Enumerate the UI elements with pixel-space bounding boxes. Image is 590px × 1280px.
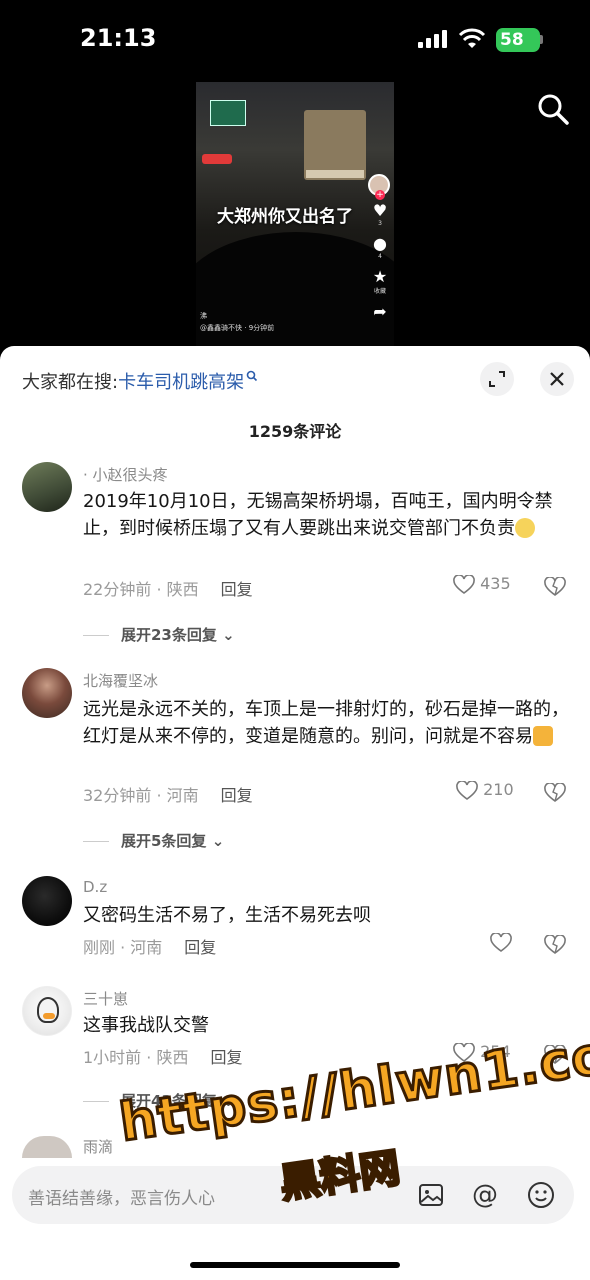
broken-heart-icon: [544, 781, 566, 802]
wifi-icon: [458, 28, 486, 48]
video-author[interactable]: @鑫鑫骑不快: [200, 324, 242, 332]
search-suggestion-prefix: 大家都在搜:: [22, 372, 119, 393]
car-taillights-image: [202, 154, 232, 164]
comment-text-body: 远光是永远不关的，车顶上是一排射灯的，砂石是掉一路的，红灯是从来不停的，变道是随…: [83, 699, 569, 747]
small-search-icon: [246, 370, 258, 382]
video-corner-label: 沸: [200, 312, 207, 320]
comment-time-location: 22分钟前 · 陕西: [83, 580, 199, 599]
fullscreen-expand-button[interactable]: [480, 362, 514, 396]
share-arrow-icon[interactable]: ➦: [368, 303, 392, 321]
comment-count-title: 1259条评论: [248, 422, 342, 441]
user-avatar[interactable]: [22, 986, 72, 1036]
comment-meta: 32分钟前 · 河南 回复: [83, 782, 253, 806]
comment-bubble-icon[interactable]: ●: [368, 235, 392, 253]
heart-outline-icon: [456, 779, 478, 800]
duck-cartoon-image: [37, 997, 59, 1023]
like-button[interactable]: [490, 931, 512, 953]
cellular-signal-icon: [418, 30, 450, 48]
user-avatar[interactable]: [22, 462, 72, 512]
video-save-label: 收藏: [373, 288, 386, 295]
comment-input-placeholder[interactable]: 善语结善缘，恶言伤人心: [28, 1184, 215, 1209]
user-avatar[interactable]: [22, 876, 72, 926]
broken-heart-icon: [544, 575, 566, 596]
like-button[interactable]: 210: [456, 779, 514, 801]
comment-time-location: 刚刚 · 河南: [83, 938, 163, 957]
heart-outline-icon: [490, 931, 512, 952]
video-action-rail: ♥ 3 ● 4 ★ 收藏 ➦: [368, 174, 392, 321]
expand-replies-label: 展开23条回复: [121, 626, 217, 644]
comment-meta: 刚刚 · 河南 回复: [83, 934, 216, 958]
close-icon: [550, 372, 564, 386]
comment-text: 远光是永远不关的，车顶上是一排射灯的，砂石是掉一路的，红灯是从来不停的，变道是随…: [83, 696, 573, 750]
road-sign-image: [210, 100, 246, 126]
comment-text: 2019年10月10日，无锡高架桥坍塌，百吨王，国内明令禁止，到时候桥压塌了又有…: [83, 488, 573, 542]
dislike-button[interactable]: [544, 781, 566, 803]
video-like-count: 3: [378, 220, 382, 227]
dislike-button[interactable]: [544, 575, 566, 597]
emoji-icon[interactable]: [526, 1180, 556, 1210]
search-suggestion[interactable]: 大家都在搜:卡车司机跳高架: [22, 368, 258, 394]
at-mention-icon[interactable]: @: [470, 1180, 500, 1210]
reply-button[interactable]: 回复: [221, 786, 253, 805]
comment-time-location: 32分钟前 · 河南: [83, 786, 199, 805]
image-icon[interactable]: [416, 1180, 446, 1210]
expand-replies-label: 展开5条回复: [121, 832, 207, 850]
expand-replies-button[interactable]: 展开23条回复 ⌄: [83, 624, 235, 645]
duck-beak-image: [43, 1013, 55, 1019]
expand-icon: [489, 371, 505, 387]
comment-text: 这事我战队交警: [83, 1015, 209, 1036]
comment-time-location: 1小时前 · 陕西: [83, 1048, 189, 1067]
comment-text-body: 2019年10月10日，无锡高架桥坍塌，百吨王，国内明令禁止，到时候桥压塌了又有…: [83, 491, 553, 539]
comment-username[interactable]: 三十崽: [83, 988, 128, 1009]
status-bar: 21:13 58: [0, 0, 590, 80]
broken-heart-icon: [544, 933, 566, 954]
video-player[interactable]: 大郑州你又出名了 ♥ 3 ● 4 ★ 收藏 ➦ 沸 @鑫鑫骑不快 · 9分钟前: [196, 82, 394, 352]
comment-username[interactable]: D.z: [83, 878, 107, 896]
user-avatar[interactable]: [22, 668, 72, 718]
comment-text: 又密码生活不易了，生活不易死去呗: [83, 905, 371, 926]
comment-username[interactable]: 北海覆坚冰: [83, 670, 158, 691]
like-heart-icon[interactable]: ♥: [368, 202, 392, 220]
dislike-button[interactable]: [544, 933, 566, 955]
video-meta: 沸 @鑫鑫骑不快 · 9分钟前: [200, 312, 275, 332]
thumbs-up-emoji-icon: [533, 726, 553, 746]
close-button[interactable]: [540, 362, 574, 396]
comment-username[interactable]: 雨滴: [83, 1136, 113, 1157]
expand-replies-button[interactable]: 展开5条回复 ⌄: [83, 830, 224, 851]
save-star-icon[interactable]: ★: [368, 268, 392, 286]
battery-icon: 58: [496, 28, 540, 52]
video-comment-count: 4: [378, 253, 382, 260]
video-caption: 大郑州你又出名了: [217, 207, 353, 227]
comment-meta: 1小时前 · 陕西 回复: [83, 1044, 242, 1068]
truck-bumper-image: [306, 170, 364, 178]
search-icon[interactable]: [536, 92, 570, 126]
comment-meta: 22分钟前 · 陕西 回复: [83, 576, 253, 600]
battery-level: 58: [500, 30, 524, 50]
reply-button[interactable]: 回复: [210, 1048, 242, 1067]
chevron-down-icon: ⌄: [222, 626, 235, 644]
search-suggestion-keyword[interactable]: 卡车司机跳高架: [118, 372, 244, 393]
status-time: 21:13: [80, 24, 157, 52]
heart-outline-icon: [453, 573, 475, 594]
like-button[interactable]: 435: [453, 573, 511, 595]
reply-button[interactable]: 回复: [184, 938, 216, 957]
reply-button[interactable]: 回复: [221, 580, 253, 599]
chevron-down-icon: ⌄: [211, 832, 225, 850]
video-posted-time: 9分钟前: [248, 324, 275, 332]
worried-face-emoji-icon: [515, 518, 535, 538]
comment-username[interactable]: · 小赵很头疼: [83, 464, 168, 485]
like-count: 210: [483, 780, 514, 799]
author-avatar[interactable]: [368, 174, 390, 200]
like-count: 435: [480, 574, 511, 593]
home-indicator: [190, 1262, 400, 1268]
battery-cap: [540, 35, 543, 44]
dashboard-image: [196, 232, 394, 352]
